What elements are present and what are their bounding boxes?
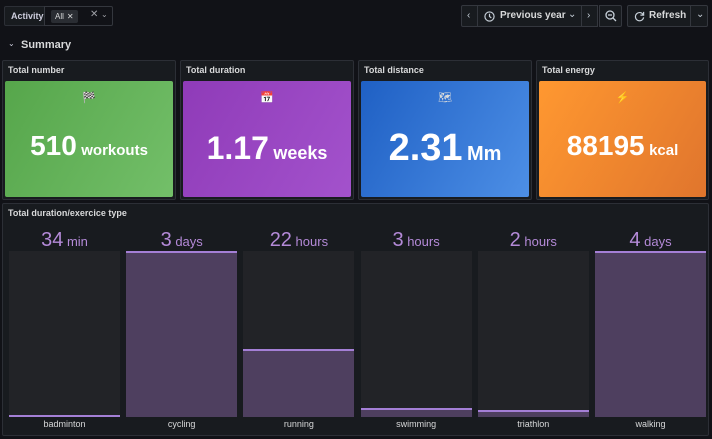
panel-title: Total distance: [364, 65, 424, 75]
panel-title: Total duration: [186, 65, 246, 75]
bar-value-unit: hours: [520, 234, 557, 249]
stat-panel-total-number: Total number 🏁 510 workouts: [2, 60, 176, 200]
bar-value-unit: hours: [403, 234, 440, 249]
bar-value-number: 3: [392, 229, 404, 251]
bar-track: [477, 251, 589, 417]
panel-title: Total number: [8, 65, 65, 75]
refresh-button[interactable]: Refresh: [627, 5, 691, 27]
bar-value: 3 days: [126, 229, 237, 252]
bar-category-label: walking: [635, 419, 666, 429]
stat-panel-total-energy: Total energy ⚡ 88195 kcal: [536, 60, 709, 200]
time-range-back-button[interactable]: ‹: [461, 5, 478, 27]
checkered-flag-icon: 🏁: [82, 92, 96, 104]
bar-value: 2 hours: [478, 229, 589, 252]
row-title: Summary: [21, 39, 72, 51]
variable-chip-label: All: [55, 12, 64, 21]
stat-panel-total-distance: Total distance 🗺 2.31 Mm: [358, 60, 532, 200]
chevron-down-icon: ⌄: [568, 9, 577, 20]
bar-gauge-badminton: 34 min badminton: [9, 228, 120, 435]
bar-track: [595, 251, 706, 417]
bar-value: 4 days: [595, 229, 706, 252]
stat-value: 510 workouts: [5, 130, 173, 162]
stat-number: 1.17: [206, 130, 269, 166]
bar-value: 34 min: [9, 229, 120, 252]
stat-number: 2.31: [388, 127, 463, 169]
bar-gauge-running: 22 hours running: [243, 228, 355, 435]
bar-value-number: 4: [629, 229, 641, 251]
zoom-out-icon: [605, 10, 617, 22]
chevron-right-icon: ›: [587, 10, 591, 21]
panel-title: Total duration/exercice type: [8, 208, 127, 218]
bar-gauge-triathlon: 2 hours triathlon: [477, 228, 589, 435]
bar-fill: [595, 251, 706, 417]
stat-body: 📅 1.17 weeks: [183, 81, 351, 197]
refresh-icon: [634, 11, 645, 22]
bar-fill: [126, 251, 238, 417]
bargauge-panel: Total duration/exercice type 34 min badmi…: [2, 203, 709, 436]
bar-gauge-cycling: 3 days cycling: [126, 228, 238, 435]
stat-body: 🏁 510 workouts: [5, 81, 173, 197]
clock-icon: [484, 11, 495, 22]
chip-remove-icon[interactable]: ✕: [67, 12, 74, 21]
bar-fill: [243, 349, 355, 417]
bar-category-label: triathlon: [517, 419, 550, 429]
chevron-down-icon: ⌄: [696, 9, 705, 20]
bar-category-label: running: [283, 419, 314, 429]
stat-unit: kcal: [649, 142, 679, 159]
bar-track: [243, 251, 355, 417]
bar-value: 22 hours: [243, 229, 354, 252]
chevron-left-icon: ‹: [467, 10, 471, 21]
time-range-label: Previous year: [500, 10, 566, 21]
bar-category-label: swimming: [396, 419, 437, 429]
bar-value-unit: min: [63, 234, 88, 249]
bar-value-unit: days: [171, 234, 203, 249]
bar-fill: [477, 410, 589, 417]
variable-select[interactable]: All ✕ ✕ ⌄: [44, 6, 113, 26]
time-range-picker[interactable]: Previous year ⌄: [477, 5, 582, 27]
bar-value: 3 hours: [361, 229, 472, 252]
stat-panel-total-duration: Total duration 📅 1.17 weeks: [180, 60, 354, 200]
zoom-out-button[interactable]: [599, 5, 622, 27]
stat-body: ⚡ 88195 kcal: [539, 81, 706, 197]
stat-body: 🗺 2.31 Mm: [361, 81, 529, 197]
bar-value-number: 22: [269, 229, 292, 251]
stat-number: 88195: [566, 130, 645, 161]
bar-track: [9, 251, 120, 417]
lightning-icon: ⚡: [615, 92, 630, 104]
bar-track: [126, 251, 238, 417]
bar-category-label: badminton: [43, 419, 86, 429]
dashboard-toolbar: Activity All ✕ ✕ ⌄ ‹ Previous year ⌄ › Re…: [0, 0, 712, 34]
clear-icon[interactable]: ✕: [90, 9, 98, 20]
stat-value: 88195 kcal: [539, 130, 706, 162]
bar-fill: [360, 408, 472, 417]
chevron-down-icon[interactable]: ⌄: [101, 10, 108, 19]
stat-value: 2.31 Mm: [361, 127, 529, 170]
bar-value-number: 3: [160, 229, 172, 251]
stat-value: 1.17 weeks: [183, 130, 351, 167]
bar-gauge-swimming: 3 hours swimming: [360, 228, 472, 435]
bar-value-unit: hours: [291, 234, 329, 249]
bar-gauge-walking: 4 days walking: [595, 228, 706, 435]
stat-unit: weeks: [273, 143, 328, 163]
stat-unit: workouts: [81, 142, 148, 159]
map-icon: 🗺: [438, 92, 452, 104]
bar-category-label: cycling: [167, 419, 196, 429]
refresh-interval-dropdown[interactable]: ⌄: [690, 5, 708, 27]
bar-value-unit: days: [640, 234, 672, 249]
refresh-label: Refresh: [649, 10, 687, 21]
time-range-forward-button[interactable]: ›: [581, 5, 598, 27]
stat-unit: Mm: [466, 143, 502, 165]
bar-value-number: 2: [509, 229, 521, 251]
bar-track: [360, 251, 472, 417]
chevron-down-icon: ⌄: [8, 39, 15, 48]
bar-value-number: 34: [41, 229, 64, 251]
stat-number: 510: [30, 130, 77, 161]
calendar-icon: 📅: [260, 92, 274, 104]
variable-chip[interactable]: All ✕: [51, 10, 78, 23]
panel-title: Total energy: [542, 65, 595, 75]
bar-fill: [9, 415, 120, 417]
